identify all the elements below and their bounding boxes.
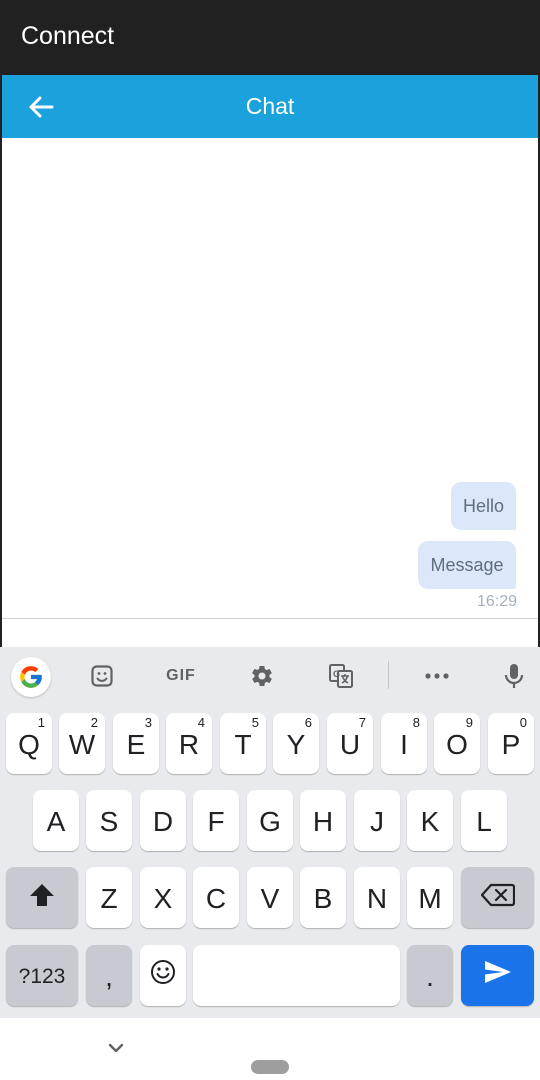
- key-label: ,: [105, 960, 113, 992]
- shift-icon: [29, 882, 55, 914]
- key-i[interactable]: 8I: [381, 713, 427, 774]
- google-icon[interactable]: [11, 657, 51, 697]
- key-label: O: [446, 728, 468, 760]
- key-label: J: [370, 805, 384, 837]
- key-label: X: [153, 882, 173, 914]
- gif-button[interactable]: GIF: [164, 662, 198, 690]
- chat-header: Chat: [2, 75, 538, 138]
- backspace-icon: [480, 882, 515, 914]
- period-key[interactable]: .: [407, 945, 453, 1006]
- message-timestamp: 16:29: [476, 593, 517, 610]
- key-label: G: [259, 805, 281, 837]
- home-pill[interactable]: [251, 1060, 289, 1074]
- key-label: F: [207, 805, 225, 837]
- key-label: C: [205, 882, 227, 914]
- keyboard-toolbar: GIF G: [0, 647, 540, 707]
- emoji-key[interactable]: [140, 945, 186, 1006]
- key-h[interactable]: H: [300, 790, 346, 851]
- key-label: R: [178, 728, 200, 760]
- key-f[interactable]: F: [193, 790, 239, 851]
- key-o[interactable]: 9O: [434, 713, 480, 774]
- translate-icon[interactable]: G: [327, 662, 355, 690]
- key-b[interactable]: B: [300, 867, 346, 928]
- key-z[interactable]: Z: [86, 867, 132, 928]
- key-r[interactable]: 4R: [166, 713, 212, 774]
- key-label: U: [339, 728, 361, 760]
- key-y[interactable]: 6Y: [273, 713, 319, 774]
- key-u[interactable]: 7U: [327, 713, 373, 774]
- app-title: Connect: [21, 22, 115, 50]
- key-label: N: [366, 882, 388, 914]
- chat-title: Chat: [245, 93, 295, 119]
- svg-text:G: G: [333, 669, 340, 679]
- key-label: E: [126, 728, 146, 760]
- key-p[interactable]: 0P: [488, 713, 534, 774]
- message-bubble[interactable]: Hello: [451, 482, 516, 530]
- message-bubble[interactable]: Message: [418, 541, 516, 589]
- message-input[interactable]: [2, 619, 538, 647]
- key-v[interactable]: V: [247, 867, 293, 928]
- key-hint: 8: [412, 715, 420, 730]
- key-m[interactable]: M: [407, 867, 453, 928]
- key-label: K: [420, 805, 440, 837]
- key-hint: 5: [251, 715, 259, 730]
- key-s[interactable]: S: [86, 790, 132, 851]
- comma-key[interactable]: ,: [86, 945, 132, 1006]
- gif-label: GIF: [166, 667, 196, 684]
- key-label: .: [426, 960, 434, 992]
- key-label: L: [476, 805, 492, 837]
- sticker-icon[interactable]: [88, 662, 116, 690]
- key-label: B: [313, 882, 333, 914]
- key-w[interactable]: 2W: [59, 713, 105, 774]
- toolbar-divider: [388, 661, 389, 689]
- key-label: I: [400, 728, 408, 760]
- symbols-key[interactable]: ?123: [6, 945, 78, 1006]
- key-x[interactable]: X: [140, 867, 186, 928]
- key-j[interactable]: J: [354, 790, 400, 851]
- space-key[interactable]: [193, 945, 400, 1006]
- key-label: H: [312, 805, 334, 837]
- backspace-key[interactable]: [461, 867, 534, 928]
- key-e[interactable]: 3E: [113, 713, 159, 774]
- key-k[interactable]: K: [407, 790, 453, 851]
- key-d[interactable]: D: [140, 790, 186, 851]
- send-key[interactable]: [461, 945, 534, 1006]
- shift-key[interactable]: [6, 867, 78, 928]
- key-label: Z: [100, 882, 118, 914]
- key-t[interactable]: 5T: [220, 713, 266, 774]
- key-a[interactable]: A: [33, 790, 79, 851]
- key-label: D: [152, 805, 174, 837]
- key-label: Y: [286, 728, 306, 760]
- send-icon: [483, 959, 513, 992]
- key-hint: 6: [304, 715, 312, 730]
- key-label: ?123: [18, 964, 66, 988]
- onscreen-keyboard: GIF G 1 Q 2 W 3 E 4 R 5 T 6 Y 7 U 8 I 9 …: [0, 647, 540, 1018]
- system-nav-bar: [0, 1018, 540, 1080]
- message-text: Hello: [462, 495, 505, 516]
- key-label: T: [234, 728, 252, 760]
- key-label: Q: [18, 728, 40, 760]
- key-label: M: [418, 882, 442, 914]
- key-n[interactable]: N: [354, 867, 400, 928]
- key-g[interactable]: G: [247, 790, 293, 851]
- key-hint: 3: [144, 715, 152, 730]
- more-icon[interactable]: [423, 662, 451, 690]
- key-hint: 0: [519, 715, 527, 730]
- key-label: V: [260, 882, 280, 914]
- mic-icon[interactable]: [500, 662, 528, 690]
- key-c[interactable]: C: [193, 867, 239, 928]
- settings-icon[interactable]: [248, 662, 276, 690]
- key-q[interactable]: 1Q: [6, 713, 52, 774]
- key-label: S: [99, 805, 119, 837]
- app-bar: Connect: [0, 0, 540, 75]
- emoji-icon: [150, 959, 176, 992]
- message-text: Message: [430, 554, 504, 575]
- chevron-down-icon[interactable]: [106, 1040, 126, 1054]
- key-label: A: [46, 805, 66, 837]
- key-label: P: [501, 728, 521, 760]
- key-l[interactable]: L: [461, 790, 507, 851]
- key-label: W: [68, 728, 96, 760]
